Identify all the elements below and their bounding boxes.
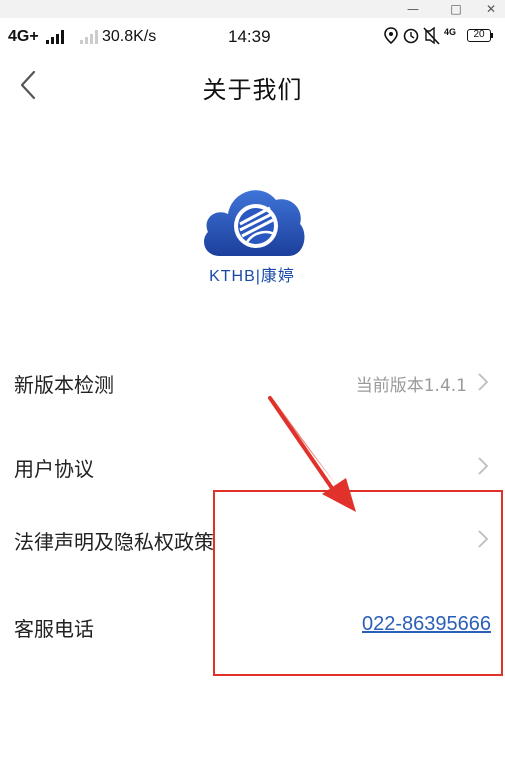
user-agreement-row[interactable]: 用户协议: [0, 441, 505, 491]
row-label: 法律声明及隐私权政策: [14, 530, 214, 554]
location-icon: [384, 27, 398, 45]
chevron-right-icon: [478, 373, 489, 391]
close-window-button[interactable]: ✕: [478, 0, 504, 18]
battery-icon: 20: [467, 29, 491, 42]
network-type: 4G+: [8, 28, 39, 45]
row-label: 新版本检测: [14, 373, 114, 397]
about-us-screen: — □ ✕ 4G+ 30.8K/s 14:39 4G 20 关于我们 KTHB|…: [0, 0, 505, 782]
status-icons: [384, 27, 440, 45]
annotation-highlight-box: [213, 490, 503, 676]
current-version-value: 当前版本1.4.1: [355, 376, 467, 396]
minimize-button[interactable]: —: [400, 0, 426, 18]
mute-icon: [423, 27, 440, 45]
row-label: 用户协议: [14, 457, 94, 481]
maximize-button[interactable]: □: [443, 0, 469, 18]
status-bar: 4G+ 30.8K/s 14:39 4G 20: [0, 18, 505, 54]
version-check-row[interactable]: 新版本检测 当前版本1.4.1: [0, 357, 505, 407]
chevron-right-icon: [478, 457, 489, 475]
logo-text: KTHB|康婷: [209, 268, 295, 285]
signal-bars-icon: [46, 30, 64, 44]
battery-tip: [491, 33, 493, 38]
clock-time: 14:39: [228, 27, 271, 46]
page-title: 关于我们: [202, 76, 303, 104]
row-label: 客服电话: [14, 617, 94, 641]
window-title-bar: — □ ✕: [0, 0, 505, 18]
network-speed: 30.8K/s: [102, 28, 157, 45]
signal-icon: 4G: [444, 27, 457, 37]
secondary-signal-bars-icon: [80, 30, 98, 44]
alarm-icon: [403, 28, 419, 44]
